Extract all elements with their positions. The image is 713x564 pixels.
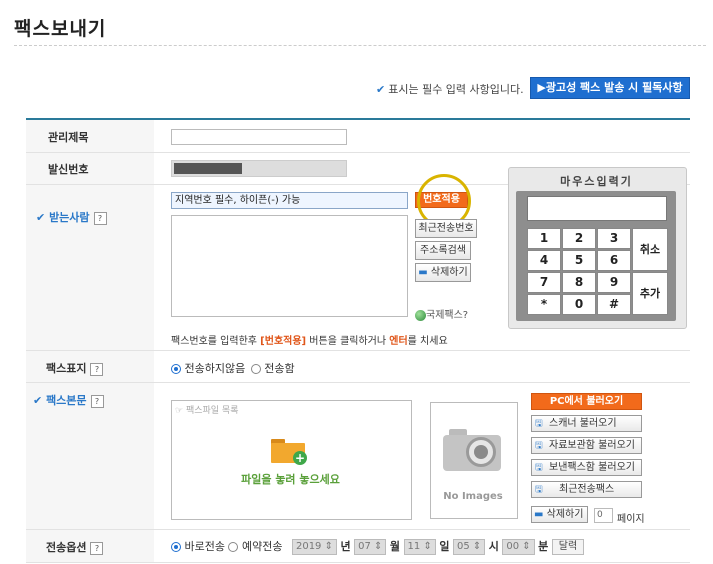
delete-file-button[interactable]: ▬ 삭제하기 <box>531 506 588 523</box>
help-icon[interactable]: ? <box>90 363 104 376</box>
intl-fax-link[interactable]: 국제팩스? <box>415 306 468 321</box>
scanner-load-button[interactable]: 🖫 스캐너 불러오기 <box>531 415 642 432</box>
day-select[interactable]: 11 ⇕ <box>403 539 436 555</box>
sender-label: 발신번호 <box>48 163 89 176</box>
folder-add-icon: + <box>271 435 309 465</box>
pc-load-button[interactable]: PC에서 불러오기 <box>531 393 642 410</box>
sender-select[interactable] <box>171 160 347 177</box>
keypad-key[interactable]: * <box>527 294 561 315</box>
recent-icon: 🖫 <box>535 485 543 495</box>
recent-fax-button[interactable]: 🖫 최근전송팩스 <box>531 481 642 498</box>
sender-value-masked <box>174 163 242 174</box>
file-list-placeholder: ☞ 팩스파일 목록 <box>175 406 239 416</box>
keypad-key[interactable]: 0 <box>562 294 596 315</box>
send-reserve-radio[interactable] <box>228 542 239 552</box>
subject-input[interactable] <box>171 129 347 145</box>
minus-icon: ▬ <box>534 509 544 520</box>
recipient-list[interactable] <box>171 215 408 317</box>
required-note: ✔ 표시는 필수 입력 사항입니다. <box>376 83 524 96</box>
cover-yes-radio[interactable] <box>250 364 261 374</box>
page-count-input[interactable]: 0 <box>594 508 613 523</box>
label-column <box>26 120 154 563</box>
check-icon: ✔ <box>376 83 386 96</box>
sent-box-icon: 🖫 <box>535 463 543 473</box>
scanner-icon: 🖫 <box>535 419 543 429</box>
help-icon[interactable]: ? <box>90 542 104 555</box>
send-now-radio[interactable] <box>171 542 181 552</box>
keypad-cancel-button[interactable]: 취소 <box>632 228 668 271</box>
keypad-key[interactable]: 3 <box>597 228 631 249</box>
keypad-key[interactable]: 5 <box>562 250 596 271</box>
camera-icon <box>443 425 505 473</box>
keypad-key[interactable]: 2 <box>562 228 596 249</box>
keypad-add-button[interactable]: 추가 <box>632 272 668 315</box>
cover-label: 팩스표지? <box>46 360 104 376</box>
recipient-number-input[interactable]: 지역번호 필수, 하이픈(-) 가능 <box>171 192 408 209</box>
keypad-title: 마우스입력기 <box>560 175 633 188</box>
hour-select[interactable]: 05 ⇕ <box>452 539 486 555</box>
keypad-key[interactable]: 6 <box>597 250 631 271</box>
keypad-key[interactable]: # <box>597 294 631 315</box>
delete-recipient-button[interactable]: ▬ 삭제하기 <box>415 263 471 282</box>
body-label: ✔ 팩스본문? <box>33 392 104 408</box>
page-title: 팩스보내기 <box>14 18 107 40</box>
keypad-key[interactable]: 4 <box>527 250 561 271</box>
table-top-border <box>26 118 690 120</box>
title-divider <box>14 45 706 46</box>
globe-icon <box>415 309 426 321</box>
page-label: 페이지 <box>617 514 645 525</box>
address-search-button[interactable]: 주소록검색 <box>415 241 471 260</box>
keypad-key[interactable]: 8 <box>562 272 596 293</box>
archive-load-button[interactable]: 🖫 자료보관함 불러오기 <box>531 437 642 454</box>
help-icon[interactable]: ? <box>93 212 107 225</box>
cover-options: 전송하지않음 전송함 <box>171 360 295 376</box>
calendar-button[interactable]: 달력 <box>551 539 585 555</box>
keypad-display <box>527 196 667 221</box>
drop-text: 파일을 놓려 놓으세요 <box>241 473 340 486</box>
keypad-key[interactable]: 1 <box>527 228 561 249</box>
ad-fax-notice-button[interactable]: ▶광고성 팩스 발송 시 필독사항 <box>530 77 690 99</box>
month-select[interactable]: 07 ⇕ <box>354 539 387 555</box>
keypad-key[interactable]: 9 <box>597 272 631 293</box>
sent-fax-load-button[interactable]: 🖫 보낸팩스함 불러오기 <box>531 459 642 476</box>
minus-icon: ▬ <box>418 267 428 278</box>
send-options: 바로전송 예약전송 2019 ⇕ 년 07 ⇕ 월 11 ⇕ 일 05 ⇕ 시 … <box>171 538 585 555</box>
minute-select[interactable]: 00 ⇕ <box>502 539 535 555</box>
check-icon: ✔ <box>33 394 43 407</box>
keypad-key[interactable]: 7 <box>527 272 561 293</box>
archive-icon: 🖫 <box>535 441 543 451</box>
subject-label: 관리제목 <box>48 131 89 144</box>
no-images-text: No Images <box>443 491 503 502</box>
recipient-hint: 팩스번호를 입력한후 [번호적용] 버튼을 클릭하거나 엔터를 치세요 <box>171 336 448 347</box>
cover-no-radio[interactable] <box>171 364 181 374</box>
recent-number-button[interactable]: 최근전송번호 <box>415 219 477 238</box>
year-select[interactable]: 2019 ⇕ <box>291 539 337 555</box>
check-icon: ✔ <box>36 211 46 224</box>
recipient-label: ✔ 받는사람? <box>36 209 107 225</box>
send-option-label: 전송옵션? <box>46 539 104 555</box>
help-icon[interactable]: ? <box>90 395 104 408</box>
